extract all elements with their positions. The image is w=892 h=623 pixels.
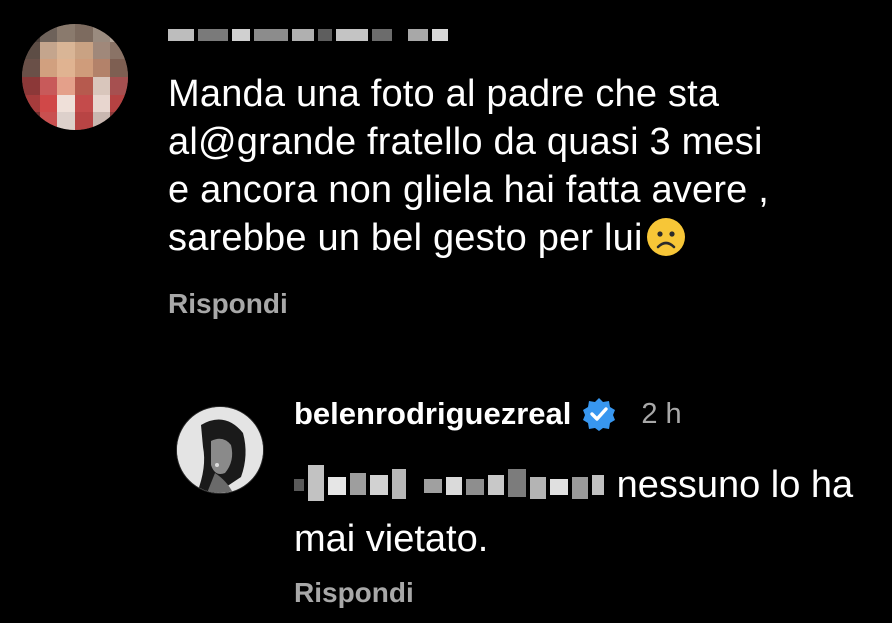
avatar[interactable]	[176, 406, 264, 494]
reply-button[interactable]: Rispondi	[294, 577, 414, 609]
reply-text: nessuno lo ha mai vietato.	[294, 464, 854, 560]
frowning-face-icon	[646, 218, 685, 256]
avatar-photo	[177, 407, 263, 493]
reply-header: belenrodriguezreal 2 h	[294, 392, 682, 436]
timestamp: 2 h	[641, 397, 682, 430]
verified-badge-icon	[583, 398, 616, 431]
avatar[interactable]	[22, 24, 128, 130]
username-redacted[interactable]	[168, 20, 468, 50]
avatar-pixelated	[22, 24, 128, 130]
reply-button[interactable]: Rispondi	[168, 288, 288, 320]
comment-text: Manda una foto al padre che sta al@grand…	[168, 73, 770, 259]
username[interactable]: belenrodriguezreal	[294, 396, 571, 432]
mention-redacted[interactable]	[294, 465, 606, 501]
